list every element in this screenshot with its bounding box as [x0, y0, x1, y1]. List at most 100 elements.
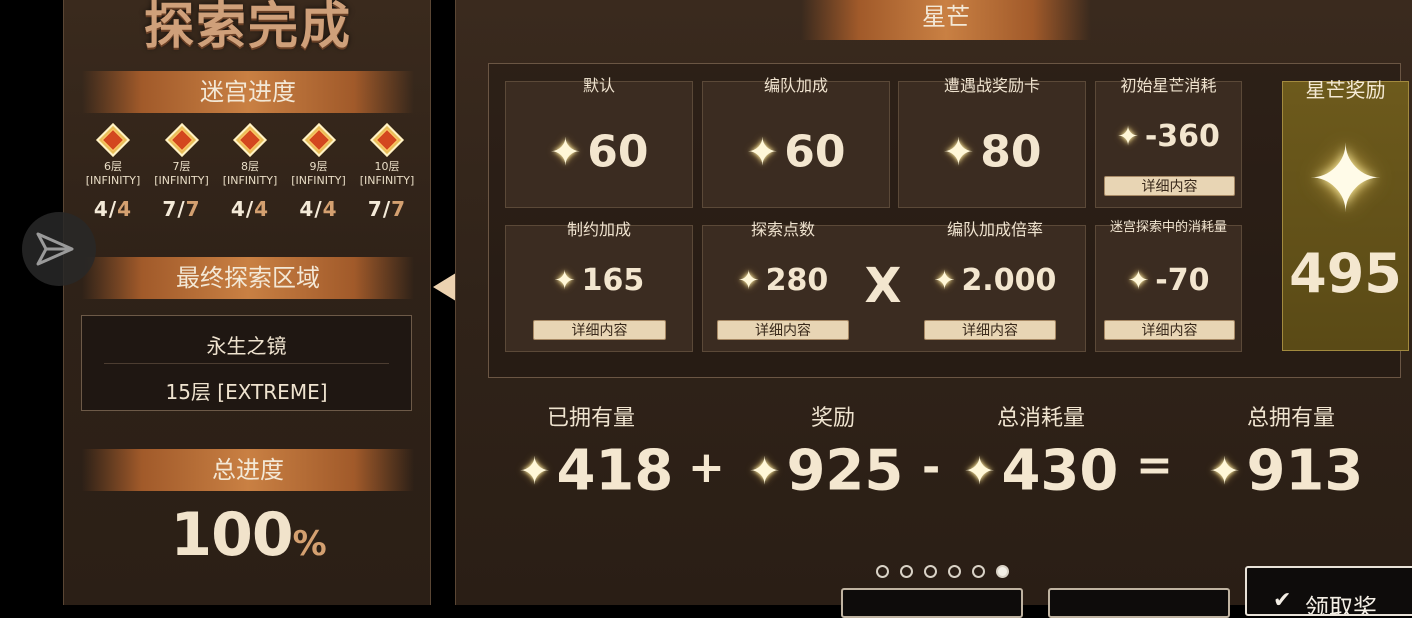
star-icon: ✦	[748, 448, 781, 493]
floor-count: 7/7	[162, 197, 201, 221]
cell-value: ✦ 60	[549, 126, 649, 178]
star-icon: ✦	[1117, 121, 1139, 152]
floor-badge-icon	[233, 123, 267, 157]
bottom-button-1[interactable]	[841, 588, 1023, 618]
final-area-label: 最终探索区域	[176, 264, 320, 292]
claim-reward-label: 领取奖	[1305, 594, 1377, 616]
page-dot[interactable]	[972, 565, 985, 578]
detail-button[interactable]: 详细内容	[924, 320, 1056, 340]
star-icon: ✦	[1127, 265, 1150, 296]
page-dot[interactable]	[900, 565, 913, 578]
floor-item: 8层 [INFINITY] 4/4	[217, 123, 283, 238]
floor-name: 7层	[172, 160, 191, 173]
star-icon: ✦	[549, 130, 582, 174]
page-dot[interactable]	[876, 565, 889, 578]
floor-difficulty: [INFINITY]	[359, 174, 415, 187]
consumed-label: 总消耗量	[996, 406, 1085, 431]
star-header: 星芒	[801, 0, 1091, 40]
floor-item: 9层 [INFINITY] 4/4	[286, 123, 352, 238]
cell-label: 迷宫探索中的消耗量	[1109, 220, 1227, 235]
star-icon: ✦	[963, 448, 996, 493]
cell-value: ✦ 2.000	[933, 263, 1057, 298]
total-progress-value: 100%	[170, 500, 326, 570]
owned-value: ✦ 418	[518, 438, 674, 504]
floor-count: 7/7	[367, 197, 407, 221]
star-icon: ✦	[746, 130, 779, 174]
cell-label: 编队加成倍率	[946, 220, 1043, 239]
equals-sign: =	[1136, 440, 1173, 491]
consumed-value: ✦ 430	[963, 438, 1119, 504]
cell-value: ✦ 80	[942, 126, 1042, 178]
final-area-box: 永生之镜 15层 [EXTREME]	[81, 315, 412, 411]
floor-badge-icon	[96, 123, 130, 157]
star-icon: ✦	[942, 130, 975, 174]
multiply-sign: X	[864, 258, 902, 314]
final-area-floor: 15层 [EXTREME]	[165, 380, 328, 404]
star-icon: ✦	[518, 448, 551, 493]
star-icon: ✦	[553, 265, 576, 296]
divider	[104, 363, 389, 364]
star-icon: ✦	[1208, 448, 1241, 493]
reward-value: ✦ 925	[748, 438, 904, 504]
floor-name: 6层	[104, 160, 122, 173]
restriction-bonus-cell: 制约加成 ✦ 165 详细内容	[505, 220, 693, 352]
floor-count: 4/4	[299, 197, 338, 221]
star-icon: ✦	[737, 265, 760, 296]
floor-badge-icon	[301, 123, 336, 157]
detail-button[interactable]: 详细内容	[1104, 320, 1235, 340]
encounter-card-cell: 遭遇战奖励卡 ✦ 80	[898, 76, 1086, 208]
cell-value: ✦ 165	[553, 263, 645, 298]
cell-label: 探索点数	[750, 220, 815, 239]
cell-value: ✦ -70	[1127, 263, 1210, 298]
floor-badge-icon	[164, 123, 199, 157]
big-star-icon: ✦	[1306, 126, 1385, 233]
floor-badge-icon	[370, 123, 404, 157]
check-icon: ✔	[1273, 588, 1292, 613]
bottom-button-2[interactable]	[1048, 588, 1230, 618]
initial-cost-cell: 初始星芒消耗 ✦ -360 详细内容	[1095, 76, 1242, 208]
send-icon	[36, 232, 74, 266]
cell-label: 遭遇战奖励卡	[943, 76, 1040, 95]
cell-label: 编队加成	[763, 76, 828, 95]
maze-progress-banner: 迷宫进度	[82, 71, 414, 113]
maze-cost-cell: 迷宫探索中的消耗量 ✦ -70 详细内容	[1095, 220, 1242, 352]
star-reward-cell: 星芒奖励 ✦ 495	[1282, 78, 1409, 351]
star-icon: ✦	[933, 265, 956, 296]
exploration-summary-panel: 探索完成 迷宫进度 6层 [INFINITY] 4/4 7层 [INFINITY…	[63, 0, 431, 605]
page-dot[interactable]	[924, 565, 937, 578]
detail-button[interactable]: 详细内容	[1104, 176, 1235, 196]
send-button[interactable]	[22, 212, 96, 286]
owned-label: 已拥有量	[546, 406, 635, 431]
page-dot[interactable]	[948, 565, 961, 578]
cell-label: 初始星芒消耗	[1120, 76, 1217, 95]
cell-value: ✦ -360	[1117, 119, 1220, 154]
floor-name: 8层	[241, 160, 259, 173]
cell-value: ✦ 60	[746, 126, 846, 178]
detail-button[interactable]: 详细内容	[717, 320, 849, 340]
plus-sign: +	[688, 442, 725, 493]
reward-label: 奖励	[810, 406, 855, 431]
floor-item: 10层 [INFINITY] 7/7	[354, 123, 420, 238]
minus-sign: -	[922, 442, 941, 493]
star-reward-label: 星芒奖励	[1305, 78, 1386, 102]
cell-label: 默认	[582, 76, 615, 95]
floor-item: 7层 [INFINITY] 7/7	[149, 123, 215, 238]
total-label: 总拥有量	[1246, 406, 1335, 431]
total-progress-banner: 总进度	[82, 449, 414, 491]
star-reward-value: 495	[1289, 242, 1402, 305]
maze-progress-label: 迷宫进度	[200, 78, 296, 106]
page-dot-active[interactable]	[996, 565, 1009, 578]
floor-count: 4/4	[230, 197, 270, 221]
total-progress-label: 总进度	[212, 456, 284, 484]
floor-name: 10层	[374, 160, 400, 173]
star-reward-panel: 星芒 默认 ✦ 60 编队加成 ✦ 60 遭遇战奖励卡 ✦ 80 初始星芒消耗 ✦ -3…	[455, 0, 1412, 618]
cell-value: ✦ 280	[737, 263, 829, 298]
final-area-banner: 最终探索区域	[82, 257, 414, 299]
claim-reward-button[interactable]: ✔ 领取奖	[1245, 566, 1412, 616]
floor-name: 9层	[309, 160, 328, 173]
detail-button[interactable]: 详细内容	[533, 320, 666, 340]
explore-points-cell: 探索点数 ✦ 280 详细内容 X 编队加成倍率 ✦ 2.000 详细内容	[702, 220, 1086, 352]
page-title: 探索完成	[144, 0, 352, 55]
pagination	[876, 565, 1009, 578]
cell-label: 制约加成	[566, 220, 631, 239]
